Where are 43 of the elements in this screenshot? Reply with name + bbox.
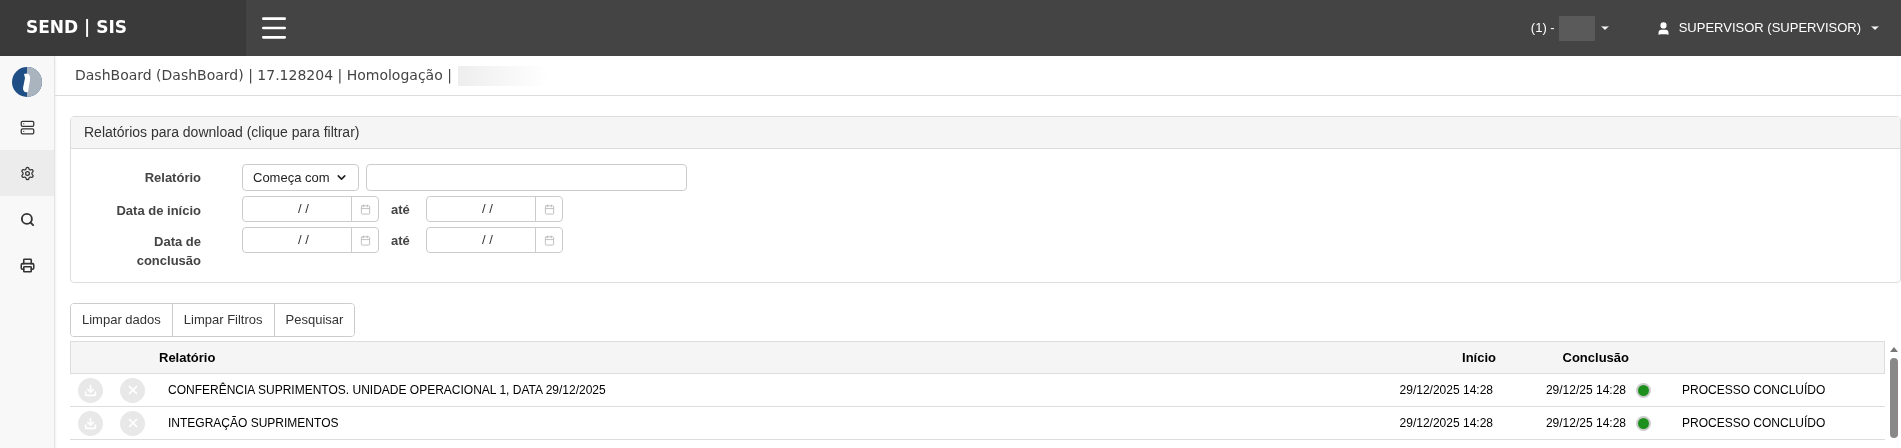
action-button[interactable]: Pesquisar bbox=[273, 304, 355, 336]
field-label: Data de conclusão bbox=[135, 233, 201, 270]
table-cell-text: CONFERÊNCIA SUPRIMENTOS. UNIDADE OPERACIONAL 1, DATA 29/12/2025 bbox=[168, 381, 607, 399]
settings-icon bbox=[19, 165, 35, 181]
calendar-icon bbox=[359, 234, 371, 246]
range-label: até bbox=[391, 201, 411, 219]
calendar-icon bbox=[543, 203, 555, 215]
date-value: / / bbox=[297, 231, 310, 250]
column-header: Início bbox=[1461, 348, 1496, 367]
scroll-up-icon bbox=[1890, 347, 1898, 352]
table-cell-text: INTEGRAÇÃO SUPRIMENTOS bbox=[168, 415, 340, 432]
table-cell: PROCESSO CONCLUÍDO bbox=[1682, 414, 1826, 432]
date-value: / / bbox=[481, 231, 494, 250]
date-field[interactable]: / / bbox=[242, 227, 379, 253]
table-cell: PROCESSO CONCLUÍDO bbox=[1682, 381, 1826, 399]
print-icon bbox=[19, 257, 35, 273]
field-label: Relatório bbox=[143, 168, 201, 187]
column-header: Conclusão bbox=[1561, 348, 1629, 367]
date-field[interactable]: / / bbox=[242, 196, 379, 222]
calendar-icon bbox=[359, 203, 371, 215]
search-icon bbox=[19, 211, 35, 227]
mode-select[interactable]: Começa com bbox=[242, 164, 359, 191]
table-cell-text: 29/12/25 14:28 bbox=[1544, 415, 1626, 432]
date-value: / / bbox=[297, 200, 310, 219]
brand-logo: SEND | SIS bbox=[26, 16, 128, 40]
column-header: Relatório bbox=[159, 348, 217, 367]
table-cell-text: 29/12/2025 14:28 bbox=[1398, 415, 1493, 432]
date-value: / / bbox=[481, 200, 494, 219]
table-cell-text: 29/12/2025 14:28 bbox=[1398, 382, 1493, 399]
user-menu[interactable]: SUPERVISOR (SUPERVISOR) bbox=[1655, 18, 1881, 38]
breadcrumb: DashBoard (DashBoard) | 17.128204 | Homologação | bbox=[75, 66, 452, 86]
range-label: até bbox=[391, 232, 411, 250]
report-input[interactable] bbox=[366, 164, 687, 191]
calendar-icon bbox=[543, 234, 555, 246]
panel-title[interactable]: Relatórios para download (clique para filtrar) bbox=[84, 122, 360, 143]
unit-dropdown[interactable]: (1) - bbox=[1530, 15, 1611, 41]
date-field[interactable]: / / bbox=[426, 227, 563, 253]
scroll-thumb[interactable] bbox=[1890, 358, 1898, 438]
date-field[interactable]: / / bbox=[426, 196, 563, 222]
app-logo bbox=[11, 66, 43, 98]
field-label: Data de início bbox=[115, 202, 201, 220]
user-icon bbox=[1655, 20, 1671, 36]
table-cell-text: 29/12/25 14:28 bbox=[1544, 382, 1626, 399]
